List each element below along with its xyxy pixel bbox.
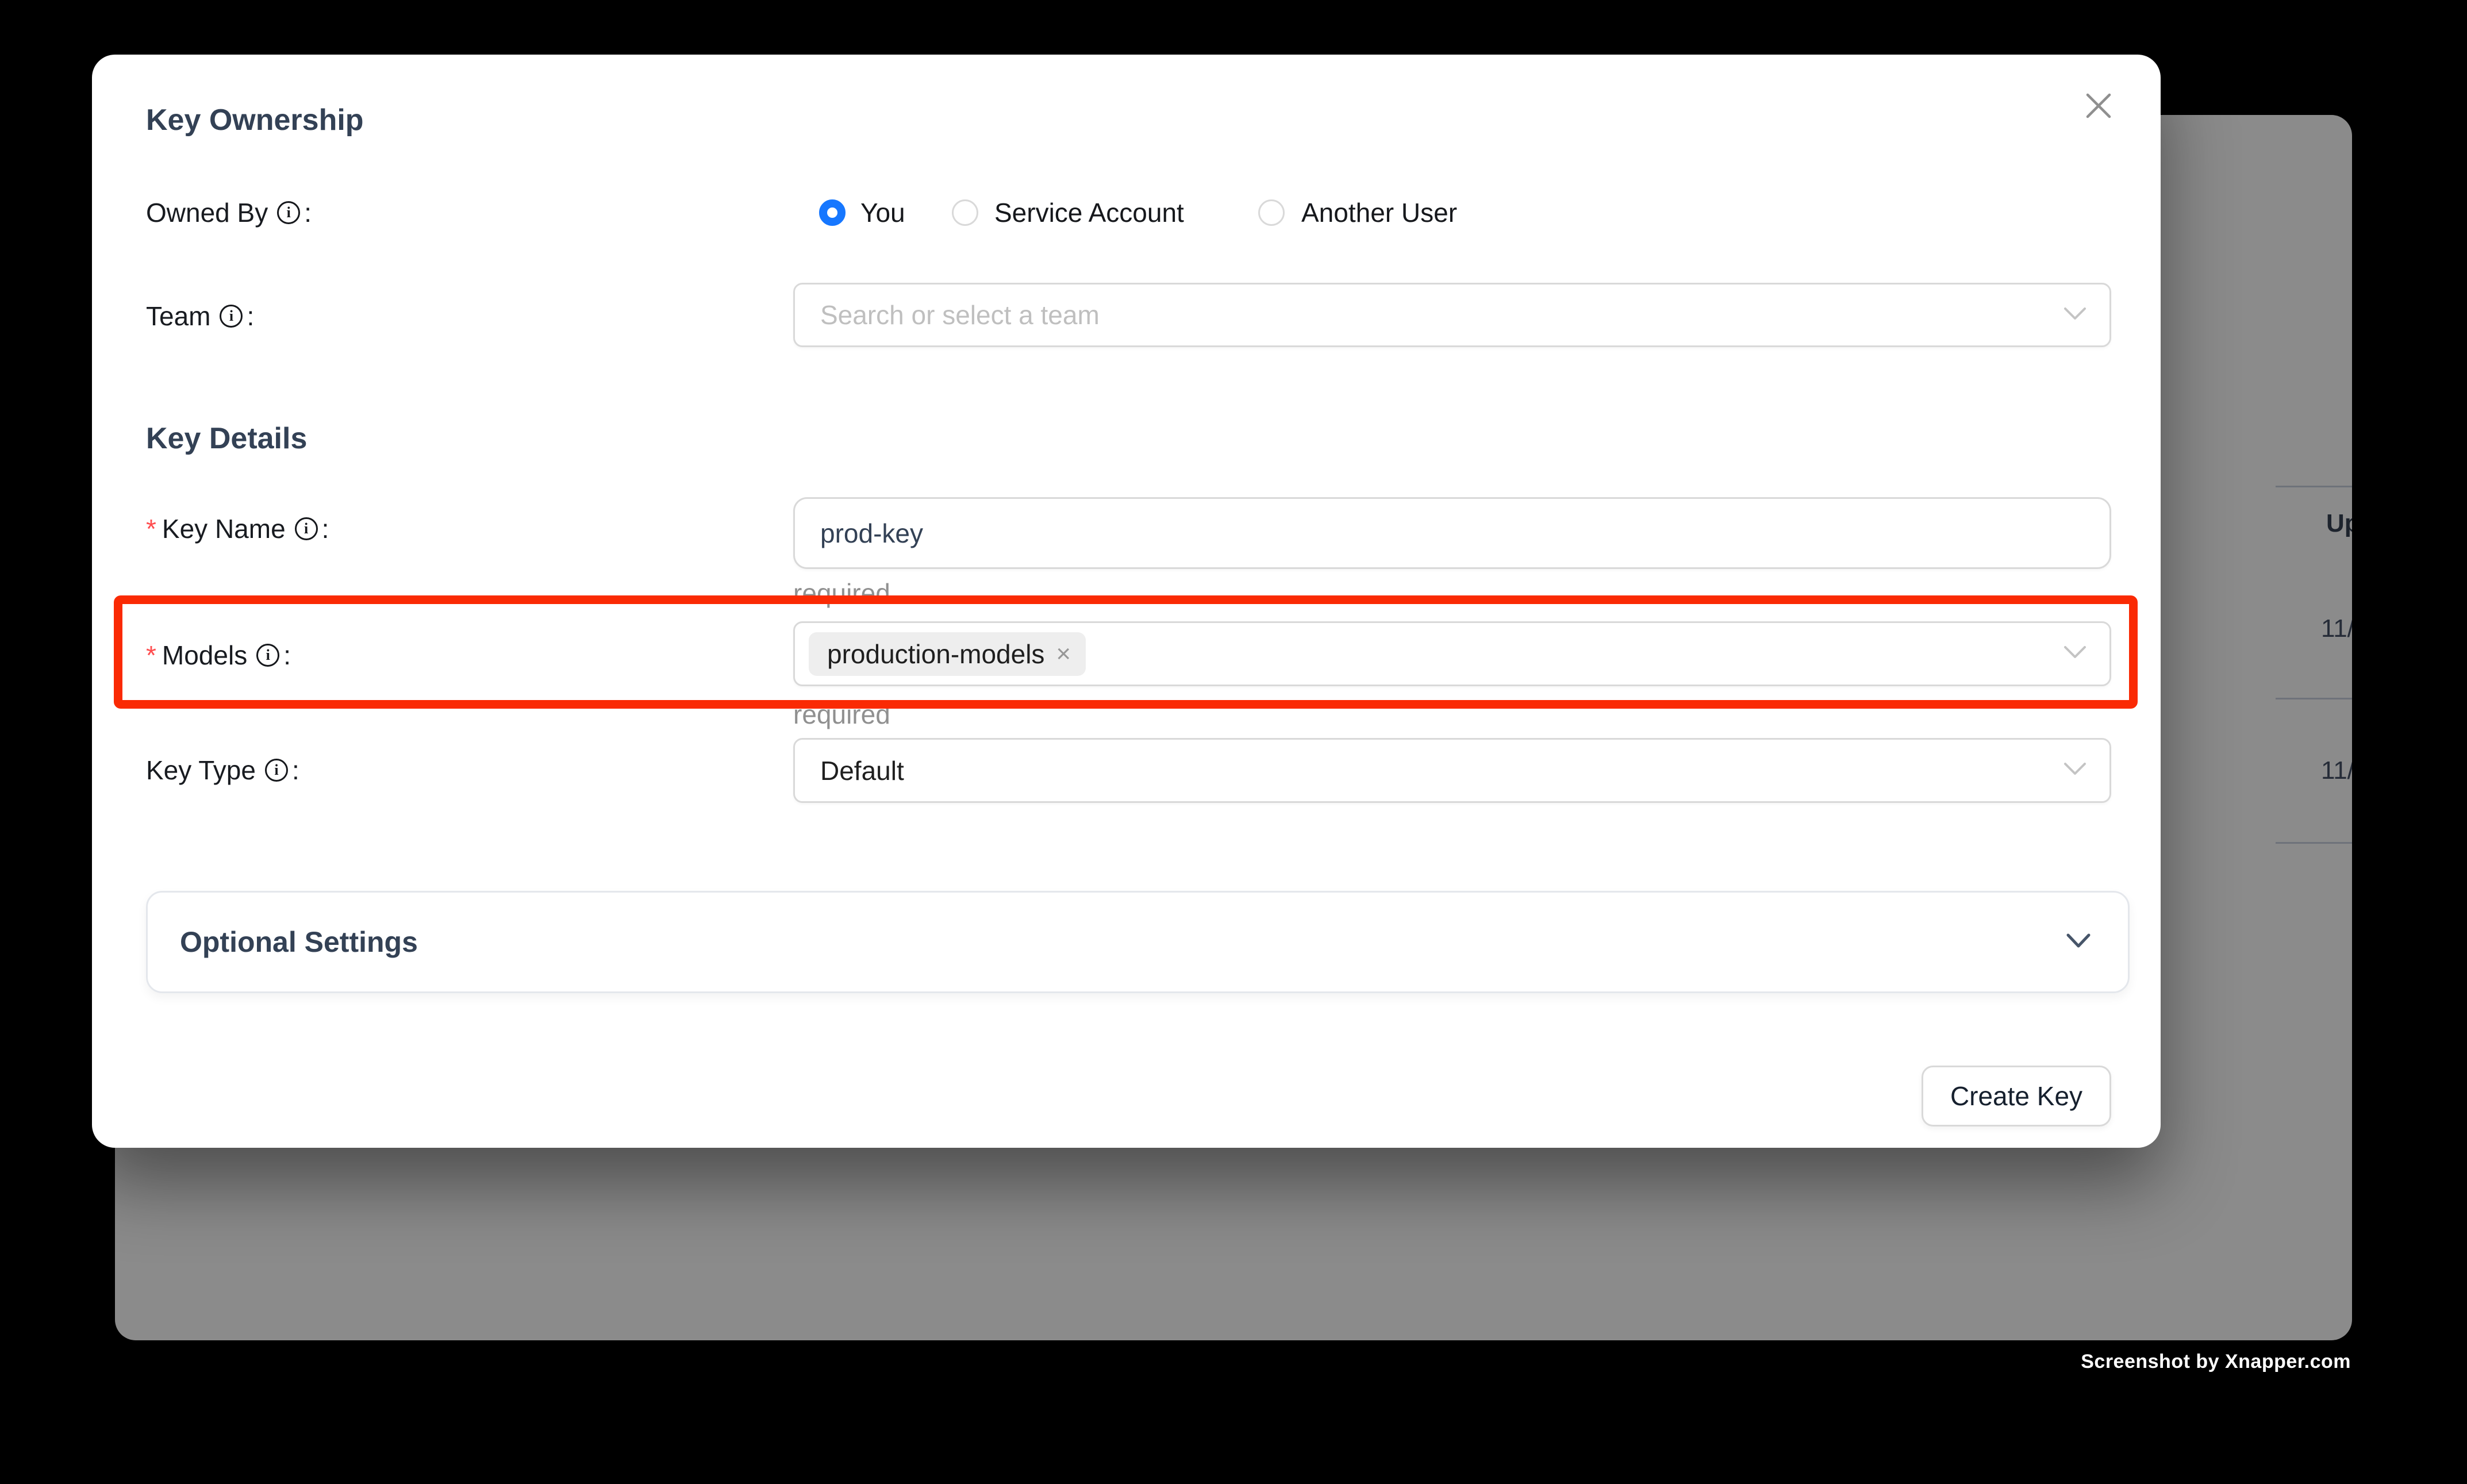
- table-top-divider: [2276, 486, 2352, 487]
- info-icon[interactable]: i: [295, 517, 318, 540]
- chevron-down-icon: [2063, 307, 2086, 324]
- owned-by-label: Owned By i :: [146, 197, 312, 228]
- key-name-label: * Key Name i :: [146, 513, 329, 544]
- info-icon[interactable]: i: [265, 759, 288, 782]
- models-multiselect[interactable]: production-models ×: [793, 621, 2111, 686]
- radio-owned-by-service-account[interactable]: [952, 199, 978, 226]
- chevron-down-icon: [2066, 933, 2091, 952]
- label-colon: :: [292, 755, 299, 786]
- radio-owned-by-another-user[interactable]: [1258, 199, 1285, 226]
- info-icon[interactable]: i: [256, 644, 279, 667]
- key-name-required-helper: required: [793, 578, 890, 609]
- close-button[interactable]: [2082, 89, 2115, 122]
- key-name-label-text: Key Name: [162, 513, 286, 544]
- tag-remove-icon[interactable]: ×: [1056, 641, 1071, 667]
- table-cell-date-fragment: 11/: [2321, 756, 2352, 785]
- models-label: * Models i :: [146, 640, 291, 671]
- create-key-button[interactable]: Create Key: [1922, 1066, 2111, 1127]
- selected-model-tag: production-models ×: [809, 632, 1086, 676]
- modal-title: Key Ownership: [146, 103, 364, 137]
- team-select[interactable]: Search or select a team: [793, 283, 2111, 347]
- table-cell-date-fragment: 11/: [2321, 614, 2352, 643]
- optional-settings-panel[interactable]: Optional Settings: [146, 891, 2130, 993]
- key-type-label-text: Key Type: [146, 755, 256, 786]
- label-colon: :: [322, 513, 329, 544]
- create-key-modal: Key Ownership Owned By i : You Service A…: [92, 55, 2161, 1148]
- label-colon: :: [247, 301, 254, 332]
- radio-label-you[interactable]: You: [860, 197, 905, 228]
- label-colon: :: [304, 197, 312, 228]
- optional-settings-label: Optional Settings: [180, 925, 418, 959]
- radio-owned-by-you[interactable]: [819, 199, 846, 226]
- label-colon: :: [283, 640, 291, 671]
- required-asterisk: *: [146, 513, 156, 544]
- info-icon[interactable]: i: [277, 201, 300, 224]
- key-details-heading: Key Details: [146, 421, 307, 456]
- required-asterisk: *: [146, 640, 156, 671]
- owned-by-label-text: Owned By: [146, 197, 268, 228]
- row-divider: [2276, 842, 2352, 844]
- team-label: Team i :: [146, 301, 254, 332]
- key-name-input-value: prod-key: [820, 518, 923, 549]
- selected-model-tag-text: production-models: [827, 639, 1044, 670]
- key-name-input[interactable]: prod-key: [793, 497, 2111, 569]
- models-label-text: Models: [162, 640, 247, 671]
- key-type-select-value: Default: [820, 755, 904, 786]
- team-label-text: Team: [146, 301, 210, 332]
- chevron-down-icon: [2063, 645, 2086, 662]
- key-type-label: Key Type i :: [146, 755, 299, 786]
- updated-column-header-fragment: Up: [2326, 509, 2352, 538]
- info-icon[interactable]: i: [220, 305, 243, 328]
- radio-label-another-user[interactable]: Another User: [1301, 197, 1457, 228]
- radio-label-service-account[interactable]: Service Account: [994, 197, 1184, 228]
- team-select-placeholder: Search or select a team: [820, 299, 1100, 330]
- watermark-text: Screenshot by Xnapper.com: [2081, 1351, 2351, 1373]
- key-type-select[interactable]: Default: [793, 738, 2111, 803]
- close-icon: [2085, 93, 2112, 119]
- row-divider: [2276, 698, 2352, 699]
- chevron-down-icon: [2063, 762, 2086, 779]
- models-required-helper: required: [793, 699, 890, 730]
